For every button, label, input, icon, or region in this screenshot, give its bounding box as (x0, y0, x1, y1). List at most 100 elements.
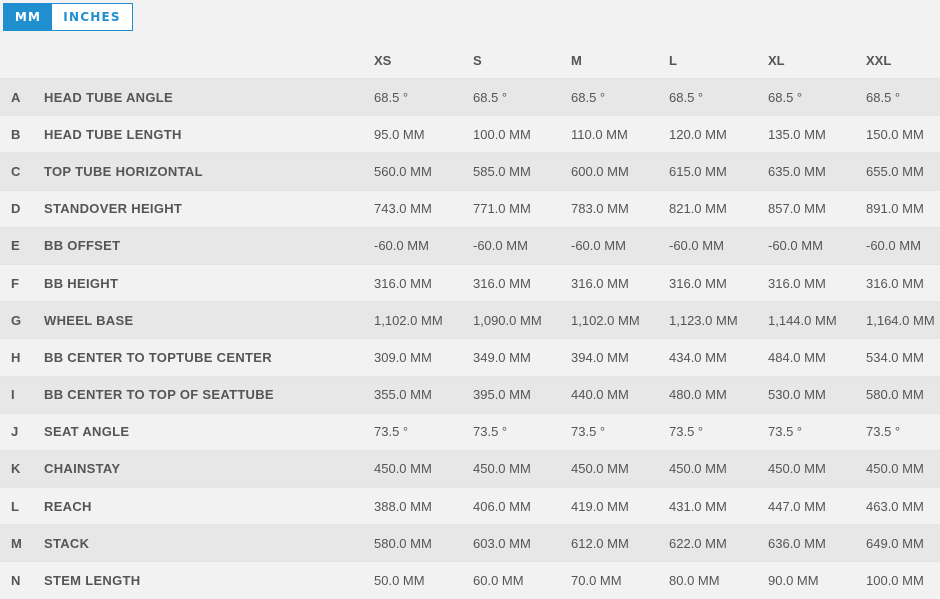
row-label: STANDOVER HEIGHT (44, 201, 183, 217)
column-header-size: M (571, 52, 582, 68)
measurement-value: 68.5 ° (374, 89, 409, 105)
measurement-value: 406.0 MM (473, 498, 531, 514)
measurement-value: 68.5 ° (768, 89, 803, 105)
measurement-value: 73.5 ° (571, 424, 606, 440)
row-label: REACH (44, 498, 92, 514)
measurement-value: 135.0 MM (768, 126, 826, 142)
row-letter: K (11, 461, 21, 477)
measurement-value: 450.0 MM (768, 461, 826, 477)
table-body: A HEAD TUBE ANGLE 68.5 ° 68.5 ° 68.5 ° 68.5 °… (0, 78, 940, 599)
table-row: E BB OFFSET -60.0 MM -60.0 MM -60.0 MM -60.0 … (0, 226, 940, 264)
row-label: HEAD TUBE LENGTH (44, 126, 182, 142)
measurement-value: 316.0 MM (473, 275, 531, 291)
row-label: STACK (44, 535, 90, 551)
row-letter: G (11, 312, 22, 328)
measurement-value: 316.0 MM (669, 275, 727, 291)
mm-unit-button[interactable]: MM (4, 4, 52, 30)
table-row: J SEAT ANGLE 73.5 ° 73.5 ° 73.5 ° 73.5 ° 73.5 … (0, 412, 940, 450)
measurement-value: 316.0 MM (866, 275, 924, 291)
measurement-value: -60.0 MM (866, 238, 921, 254)
measurement-value: 463.0 MM (866, 498, 924, 514)
row-label: WHEEL BASE (44, 312, 134, 328)
unit-toggle: MM INCHES (3, 3, 133, 31)
measurement-value: 95.0 MM (374, 126, 425, 142)
measurement-value: 100.0 MM (473, 126, 531, 142)
measurement-value: 783.0 MM (571, 201, 629, 217)
row-label: BB HEIGHT (44, 275, 119, 291)
measurement-value: 450.0 MM (571, 461, 629, 477)
measurement-value: 612.0 MM (571, 535, 629, 551)
measurement-value: 395.0 MM (473, 387, 531, 403)
row-letter: C (11, 163, 21, 179)
table-row: B HEAD TUBE LENGTH 95.0 MM 100.0 MM 110.0 MM… (0, 115, 940, 153)
measurement-value: 580.0 MM (866, 387, 924, 403)
measurement-value: 431.0 MM (669, 498, 727, 514)
table-row: N STEM LENGTH 50.0 MM 60.0 MM 70.0 MM 80.0 MM… (0, 561, 940, 599)
measurement-value: 603.0 MM (473, 535, 531, 551)
measurement-value: 1,102.0 MM (374, 312, 443, 328)
measurement-value: 440.0 MM (571, 387, 629, 403)
table-header-row: XS S M L XL XXL (0, 42, 940, 78)
measurement-value: 120.0 MM (669, 126, 727, 142)
measurement-value: 110.0 MM (571, 126, 628, 142)
measurement-value: 68.5 ° (473, 89, 508, 105)
measurement-value: 150.0 MM (866, 126, 924, 142)
row-letter: N (11, 573, 21, 589)
measurement-value: 891.0 MM (866, 201, 924, 217)
measurement-value: 530.0 MM (768, 387, 826, 403)
measurement-value: 73.5 ° (374, 424, 409, 440)
measurement-value: 450.0 MM (473, 461, 531, 477)
measurement-value: -60.0 MM (473, 238, 528, 254)
measurement-value: 419.0 MM (571, 498, 629, 514)
measurement-value: 649.0 MM (866, 535, 924, 551)
measurement-value: -60.0 MM (669, 238, 724, 254)
measurement-value: 821.0 MM (669, 201, 727, 217)
row-label: HEAD TUBE ANGLE (44, 89, 173, 105)
table-row: M STACK 580.0 MM 603.0 MM 612.0 MM 622.0 MM 63… (0, 524, 940, 562)
inches-unit-button[interactable]: INCHES (52, 4, 132, 30)
measurement-value: 316.0 MM (768, 275, 826, 291)
measurement-value: 73.5 ° (866, 424, 901, 440)
column-header-size: XL (768, 52, 785, 68)
column-header-size: S (473, 52, 482, 68)
measurement-value: 80.0 MM (669, 573, 720, 589)
table-row: C TOP TUBE HORIZONTAL 560.0 MM 585.0 MM 600.… (0, 152, 940, 190)
table-row: D STANDOVER HEIGHT 743.0 MM 771.0 MM 783.0 M… (0, 189, 940, 227)
table-row: H BB CENTER TO TOPTUBE CENTER 309.0 MM 349.… (0, 338, 940, 376)
row-label: CHAINSTAY (44, 461, 121, 477)
measurement-value: 73.5 ° (473, 424, 508, 440)
column-header-size: XS (374, 52, 392, 68)
row-label: BB OFFSET (44, 238, 121, 254)
table-row: A HEAD TUBE ANGLE 68.5 ° 68.5 ° 68.5 ° 68.5 °… (0, 78, 940, 116)
table-row: G WHEEL BASE 1,102.0 MM 1,090.0 MM 1,102.0 M… (0, 301, 940, 339)
measurement-value: 68.5 ° (571, 89, 606, 105)
measurement-value: 771.0 MM (473, 201, 531, 217)
measurement-value: 388.0 MM (374, 498, 432, 514)
measurement-value: 100.0 MM (866, 573, 924, 589)
table-row: L REACH 388.0 MM 406.0 MM 419.0 MM 431.0 MM 44… (0, 487, 940, 525)
measurement-value: 450.0 MM (866, 461, 924, 477)
row-label: STEM LENGTH (44, 573, 141, 589)
measurement-value: 560.0 MM (374, 163, 432, 179)
row-letter: D (11, 201, 21, 217)
row-letter: M (11, 535, 22, 551)
measurement-value: 434.0 MM (669, 349, 727, 365)
measurement-value: 480.0 MM (669, 387, 727, 403)
measurement-value: 450.0 MM (669, 461, 727, 477)
measurement-value: 447.0 MM (768, 498, 826, 514)
measurement-value: 636.0 MM (768, 535, 826, 551)
measurement-value: 50.0 MM (374, 573, 425, 589)
row-letter: H (11, 349, 21, 365)
measurement-value: 600.0 MM (571, 163, 629, 179)
measurement-value: 622.0 MM (669, 535, 727, 551)
measurement-value: 450.0 MM (374, 461, 432, 477)
measurement-value: 68.5 ° (866, 89, 901, 105)
measurement-value: 73.5 ° (768, 424, 803, 440)
row-label: BB CENTER TO TOP OF SEATTUBE (44, 387, 274, 403)
measurement-value: 1,123.0 MM (669, 312, 738, 328)
measurement-value: -60.0 MM (374, 238, 429, 254)
measurement-value: 60.0 MM (473, 573, 524, 589)
measurement-value: 70.0 MM (571, 573, 622, 589)
row-letter: B (11, 126, 21, 142)
geometry-table: XS S M L XL XXL A HEAD TUBE ANGLE 68.5 ° 68… (0, 42, 940, 599)
